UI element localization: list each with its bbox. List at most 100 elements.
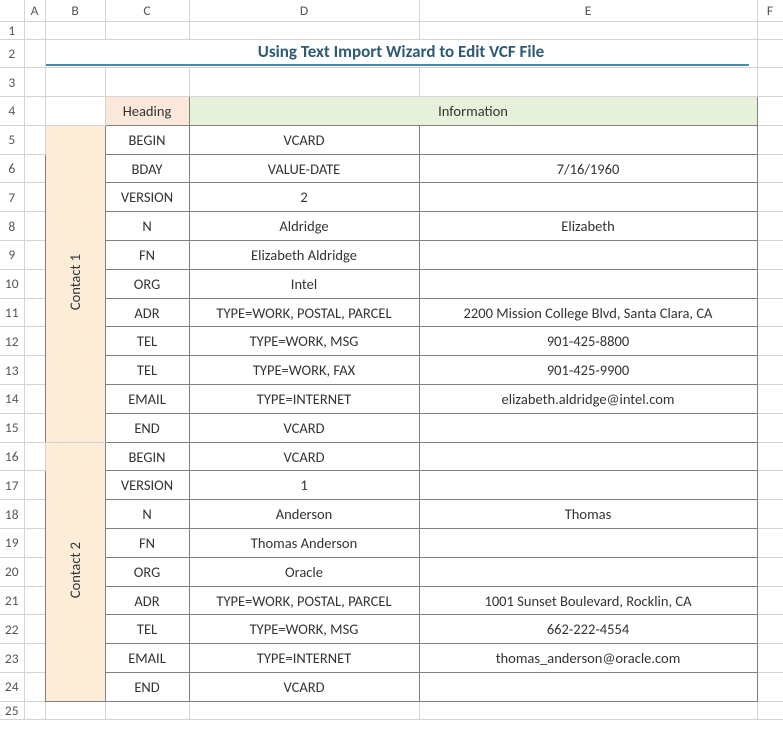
cell[interactable] — [105, 701, 189, 719]
cell[interactable] — [419, 529, 757, 558]
cell[interactable] — [419, 68, 757, 97]
row-header[interactable]: 6 — [0, 154, 24, 183]
cell[interactable] — [24, 673, 45, 702]
cell[interactable]: VCARD — [189, 413, 419, 442]
cell[interactable]: VCARD — [189, 673, 419, 702]
cell[interactable] — [24, 21, 45, 39]
cell[interactable]: BEGIN — [105, 125, 189, 154]
cell[interactable]: ORG — [105, 269, 189, 298]
cell[interactable]: VERSION — [105, 471, 189, 500]
cell[interactable]: BEGIN — [105, 442, 189, 471]
cell[interactable]: Thomas Anderson — [189, 529, 419, 558]
cell[interactable] — [757, 701, 783, 719]
select-all-cell[interactable] — [0, 0, 24, 21]
col-header[interactable]: C — [105, 0, 189, 21]
row-header[interactable]: 13 — [0, 356, 24, 385]
cell[interactable] — [757, 68, 783, 97]
cell[interactable] — [189, 21, 419, 39]
row-header[interactable]: 5 — [0, 125, 24, 154]
cell[interactable] — [419, 125, 757, 154]
cell[interactable] — [757, 529, 783, 558]
row-header[interactable]: 15 — [0, 413, 24, 442]
cell[interactable]: 7/16/1960 — [419, 154, 757, 183]
cell[interactable]: 2200 Mission College Blvd, Santa Clara, … — [419, 298, 757, 327]
row-header[interactable]: 19 — [0, 529, 24, 558]
cell[interactable] — [757, 557, 783, 586]
cell[interactable]: VCARD — [189, 125, 419, 154]
cell[interactable]: 901-425-8800 — [419, 327, 757, 356]
cell[interactable]: TYPE=INTERNET — [189, 385, 419, 414]
cell[interactable]: elizabeth.aldridge@intel.com — [419, 385, 757, 414]
cell[interactable] — [24, 529, 45, 558]
cell[interactable] — [24, 586, 45, 615]
cell[interactable]: N — [105, 500, 189, 529]
row-header[interactable]: 14 — [0, 385, 24, 414]
row-header[interactable]: 21 — [0, 586, 24, 615]
row-header[interactable]: 17 — [0, 471, 24, 500]
title-cell[interactable]: Using Text Import Wizard to Edit VCF Fil… — [45, 39, 757, 68]
cell[interactable]: TYPE=WORK, POSTAL, PARCEL — [189, 586, 419, 615]
row-header[interactable]: 3 — [0, 68, 24, 97]
row-header[interactable]: 25 — [0, 701, 24, 719]
cell[interactable]: 2 — [189, 183, 419, 212]
row-header[interactable]: 10 — [0, 269, 24, 298]
cell[interactable] — [24, 298, 45, 327]
row-header[interactable]: 7 — [0, 183, 24, 212]
cell[interactable]: BDAY — [105, 154, 189, 183]
row-header[interactable]: 9 — [0, 241, 24, 270]
cell[interactable] — [24, 269, 45, 298]
cell[interactable]: END — [105, 673, 189, 702]
cell[interactable] — [105, 68, 189, 97]
cell[interactable]: TYPE=INTERNET — [189, 644, 419, 673]
row-header[interactable]: 24 — [0, 673, 24, 702]
cell[interactable]: 1001 Sunset Boulevard, Rocklin, CA — [419, 586, 757, 615]
heading-header[interactable]: Heading — [105, 97, 189, 126]
cell[interactable]: END — [105, 413, 189, 442]
cell[interactable] — [45, 21, 105, 39]
cell[interactable] — [24, 701, 45, 719]
cell[interactable] — [45, 701, 105, 719]
cell[interactable]: Thomas — [419, 500, 757, 529]
cell[interactable] — [45, 68, 105, 97]
cell[interactable] — [419, 701, 757, 719]
cell[interactable]: Elizabeth — [419, 212, 757, 241]
cell[interactable] — [419, 21, 757, 39]
cell[interactable] — [419, 413, 757, 442]
cell[interactable]: ADR — [105, 298, 189, 327]
cell[interactable] — [757, 298, 783, 327]
cell[interactable] — [757, 673, 783, 702]
cell[interactable] — [24, 500, 45, 529]
cell[interactable] — [24, 39, 45, 68]
cell[interactable]: EMAIL — [105, 385, 189, 414]
cell[interactable] — [757, 644, 783, 673]
cell[interactable]: VERSION — [105, 183, 189, 212]
cell[interactable] — [419, 673, 757, 702]
cell[interactable]: Elizabeth Aldridge — [189, 241, 419, 270]
cell[interactable] — [189, 701, 419, 719]
cell[interactable] — [757, 21, 783, 39]
cell[interactable] — [24, 413, 45, 442]
cell[interactable]: Aldridge — [189, 212, 419, 241]
row-header[interactable]: 4 — [0, 97, 24, 126]
cell[interactable]: 1 — [189, 471, 419, 500]
cell[interactable] — [757, 154, 783, 183]
cell[interactable] — [757, 471, 783, 500]
cell[interactable] — [24, 125, 45, 154]
cell[interactable] — [757, 183, 783, 212]
cell[interactable] — [757, 97, 783, 126]
row-header[interactable]: 18 — [0, 500, 24, 529]
cell[interactable] — [757, 125, 783, 154]
cell[interactable] — [24, 241, 45, 270]
row-header[interactable]: 22 — [0, 615, 24, 644]
cell[interactable] — [24, 385, 45, 414]
cell[interactable]: TYPE=WORK, MSG — [189, 615, 419, 644]
row-header[interactable]: 20 — [0, 557, 24, 586]
cell[interactable]: Intel — [189, 269, 419, 298]
cell[interactable] — [419, 442, 757, 471]
row-header[interactable]: 1 — [0, 21, 24, 39]
row-header[interactable]: 8 — [0, 212, 24, 241]
information-header[interactable]: Information — [189, 97, 757, 126]
cell[interactable]: TYPE=WORK, POSTAL, PARCEL — [189, 298, 419, 327]
row-header[interactable]: 12 — [0, 327, 24, 356]
cell[interactable]: FN — [105, 241, 189, 270]
